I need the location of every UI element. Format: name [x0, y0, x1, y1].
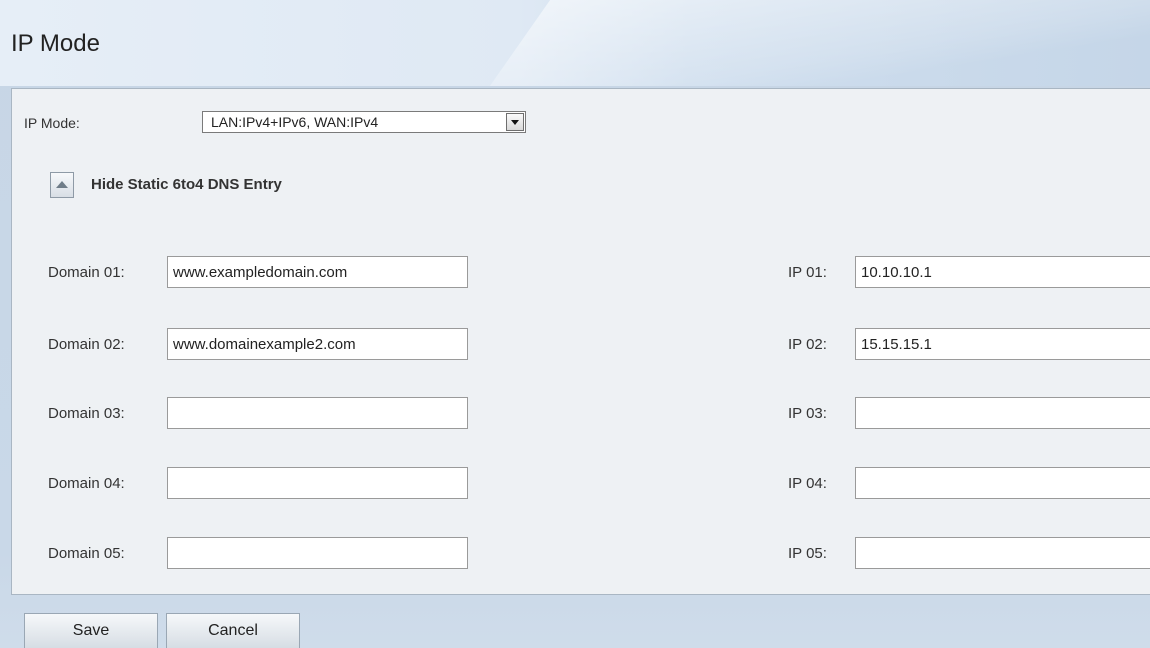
- ip-02-label: IP 02:: [788, 336, 827, 353]
- ip-mode-select[interactable]: LAN:IPv4+IPv6, WAN:IPv4: [202, 111, 526, 133]
- domain-05-input[interactable]: [167, 537, 468, 569]
- ip-05-label: IP 05:: [788, 545, 827, 562]
- ip-01-input[interactable]: [855, 256, 1150, 288]
- domain-04-input[interactable]: [167, 467, 468, 499]
- domain-03-label: Domain 03:: [48, 405, 125, 422]
- ip-03-label: IP 03:: [788, 405, 827, 422]
- domain-05-label: Domain 05:: [48, 545, 125, 562]
- domain-02-label: Domain 02:: [48, 336, 125, 353]
- domain-02-input[interactable]: [167, 328, 468, 360]
- domain-01-input[interactable]: [167, 256, 468, 288]
- ip-02-input[interactable]: [855, 328, 1150, 360]
- domain-03-input[interactable]: [167, 397, 468, 429]
- cancel-button[interactable]: Cancel: [166, 613, 300, 648]
- ip-03-input[interactable]: [855, 397, 1150, 429]
- title-bar: IP Mode: [0, 0, 1150, 86]
- domain-04-label: Domain 04:: [48, 475, 125, 492]
- chevron-down-icon[interactable]: [506, 113, 524, 131]
- ip-mode-label: IP Mode:: [24, 115, 80, 131]
- ip-04-input[interactable]: [855, 467, 1150, 499]
- ip-05-input[interactable]: [855, 537, 1150, 569]
- ip-01-label: IP 01:: [788, 264, 827, 281]
- hide-static-dns-toggle-label[interactable]: Hide Static 6to4 DNS Entry: [91, 176, 282, 193]
- collapse-up-icon[interactable]: [50, 172, 74, 198]
- domain-01-label: Domain 01:: [48, 264, 125, 281]
- ip-mode-selected-value: LAN:IPv4+IPv6, WAN:IPv4: [211, 114, 379, 130]
- ip-04-label: IP 04:: [788, 475, 827, 492]
- page-title: IP Mode: [11, 30, 100, 57]
- save-button[interactable]: Save: [24, 613, 158, 648]
